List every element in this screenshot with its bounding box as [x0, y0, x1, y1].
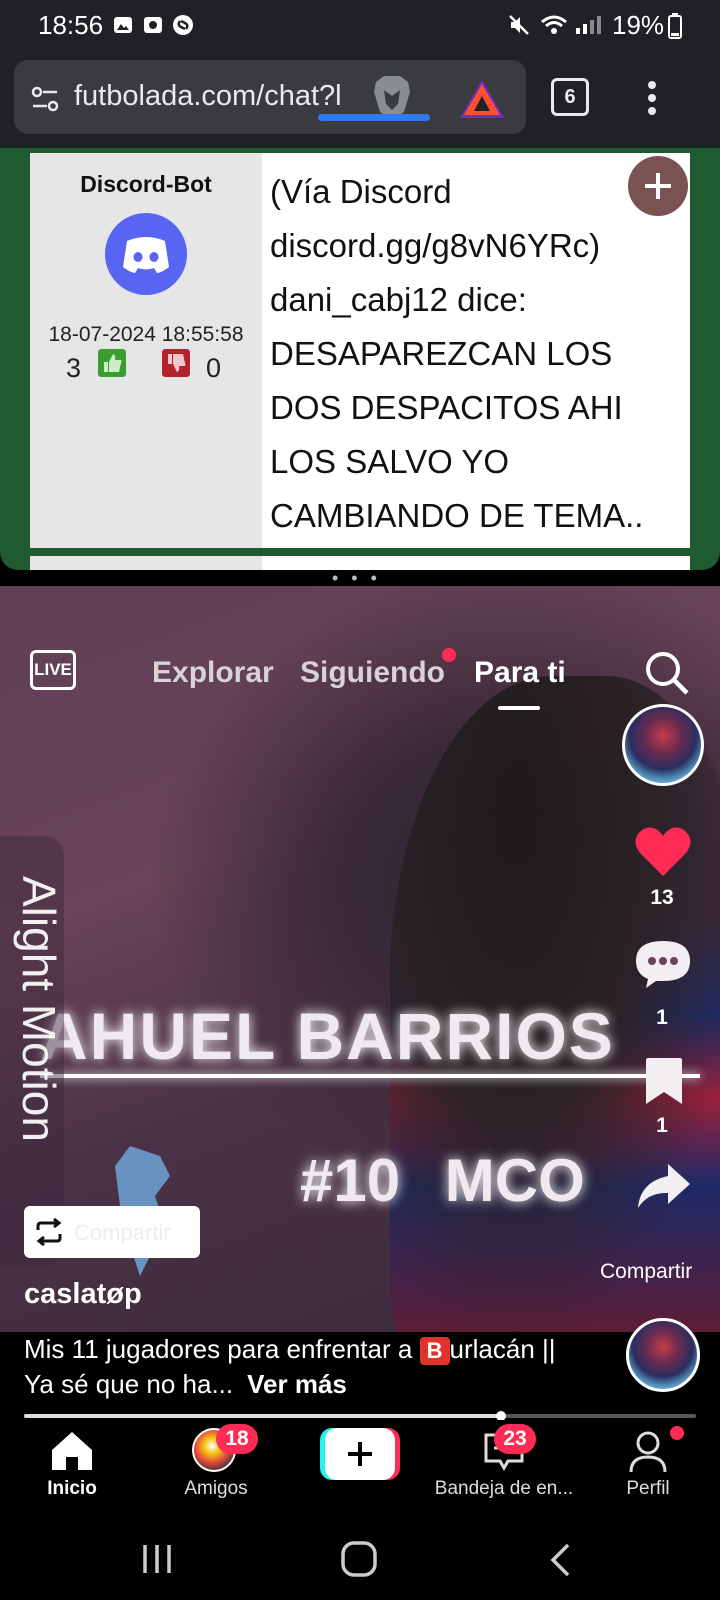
- share-label[interactable]: Compartir: [600, 1260, 692, 1284]
- profile-icon: [629, 1431, 667, 1473]
- signal-icon: [576, 16, 601, 34]
- home-icon: [52, 1432, 92, 1470]
- nav-friends[interactable]: 18 Amigos: [144, 1420, 288, 1520]
- plus-icon: [645, 173, 671, 199]
- like-count: 13: [650, 886, 674, 909]
- nav-inbox[interactable]: 23 Bandeja de en...: [432, 1420, 576, 1520]
- video-overlay-name: AHUEL BARRIOS: [40, 999, 615, 1073]
- discord-logo-icon: [123, 237, 169, 273]
- video-progress-fill: [24, 1414, 502, 1418]
- bottom-tab-bar: Inicio 18 Amigos 23 Bandeja de en... Per…: [0, 1420, 720, 1520]
- active-tab-indicator: [498, 706, 540, 710]
- nav-profile[interactable]: Perfil: [576, 1420, 720, 1520]
- bookmark-icon[interactable]: [642, 1056, 686, 1108]
- share-icon[interactable]: [634, 1162, 692, 1212]
- tab-para-ti[interactable]: Para ti: [474, 656, 566, 690]
- creator-username[interactable]: caslatøp: [24, 1278, 142, 1311]
- battery-percentage: 19%: [612, 10, 665, 40]
- inbox-badge: 23: [494, 1424, 536, 1454]
- tab-explorar[interactable]: Explorar: [152, 656, 274, 690]
- live-icon[interactable]: LIVE: [30, 650, 76, 690]
- browser-toolbar: futbolada.com/chat?l 6: [0, 52, 720, 148]
- nav-profile-label: Perfil: [626, 1478, 670, 1499]
- address-bar[interactable]: futbolada.com/chat?l: [14, 60, 526, 134]
- search-icon[interactable]: [644, 650, 690, 696]
- video-overlay-line: [40, 1074, 700, 1078]
- more-options-icon[interactable]: [646, 80, 658, 116]
- repost-label: Compartir: [74, 1220, 171, 1245]
- video-progress-bar[interactable]: [24, 1411, 696, 1421]
- brave-rewards-icon[interactable]: [458, 78, 506, 120]
- following-notification-dot: [442, 648, 456, 662]
- comment-icon[interactable]: [634, 938, 692, 990]
- b-emoji: B: [419, 1337, 450, 1365]
- tab-switcher-button[interactable]: 6: [551, 78, 589, 116]
- status-time: 18:56: [38, 10, 104, 40]
- screen-recorder-icon: [144, 17, 162, 33]
- back-icon[interactable]: [548, 1542, 572, 1578]
- thumbs-up-icon[interactable]: [98, 349, 126, 377]
- video-overlay-number: #10 MCO: [300, 1147, 585, 1214]
- bookmark-count: 1: [656, 1114, 668, 1137]
- system-navigation-bar: [0, 1520, 720, 1600]
- likes-count: 3: [66, 353, 82, 383]
- nav-inbox-label: Bandeja de en...: [434, 1478, 574, 1499]
- video-player[interactable]: AHUEL BARRIOS #10 MCO Alight Motion LIVE…: [0, 586, 720, 1332]
- alight-motion-watermark: Alight Motion: [13, 876, 65, 1142]
- post-date: 18-07-2024 18:55:58: [48, 323, 244, 346]
- mute-icon: [509, 15, 529, 35]
- post-author-panel: Discord-Bot 18-07-2024 18:55:58 3 0: [30, 153, 262, 548]
- repost-icon: [36, 1218, 62, 1246]
- see-more-link[interactable]: Ver más: [247, 1369, 347, 1399]
- tab-siguiendo[interactable]: Siguiendo: [300, 656, 445, 690]
- video-caption-area: Mis 11 jugadores para enfrentar a Burlac…: [0, 1332, 720, 1416]
- chat-post: Discord-Bot 18-07-2024 18:55:58 3 0 (Vía…: [30, 153, 690, 548]
- wifi-icon: [541, 15, 567, 34]
- video-caption[interactable]: Mis 11 jugadores para enfrentar a Burlac…: [24, 1332, 584, 1402]
- create-plus-icon: [320, 1428, 400, 1480]
- music-disc[interactable]: [626, 1318, 700, 1392]
- thumbs-down-icon[interactable]: [162, 349, 190, 377]
- add-button[interactable]: [628, 156, 688, 216]
- url-text[interactable]: futbolada.com/chat?l: [74, 80, 374, 113]
- site-settings-icon[interactable]: [30, 84, 60, 114]
- recent-apps-icon[interactable]: [140, 1542, 174, 1576]
- gallery-notification-icon: [114, 17, 132, 33]
- shazam-icon: [173, 15, 193, 35]
- home-system-icon[interactable]: [340, 1540, 378, 1578]
- discord-avatar: [105, 213, 187, 295]
- nav-friends-label: Amigos: [184, 1478, 248, 1499]
- battery-icon: [668, 13, 682, 39]
- friends-badge: 18: [216, 1424, 258, 1454]
- post-message: (Vía Discord discord.gg/g8vN6YRc) dani_c…: [270, 173, 644, 534]
- post-author-name[interactable]: Discord-Bot: [30, 171, 262, 198]
- web-content: Discord-Bot 18-07-2024 18:55:58 3 0 (Vía…: [0, 148, 720, 570]
- repost-button[interactable]: Compartir: [24, 1206, 200, 1258]
- dislikes-count: 0: [206, 353, 222, 383]
- create-button[interactable]: [320, 1428, 400, 1480]
- like-heart-icon[interactable]: [634, 826, 692, 878]
- page-load-indicator: [318, 114, 430, 121]
- caption-text: Mis 11 jugadores para enfrentar a: [24, 1334, 420, 1364]
- comment-count: 1: [656, 1006, 668, 1029]
- profile-notification-dot: [670, 1426, 684, 1440]
- nav-home-label: Inicio: [47, 1478, 97, 1499]
- status-bar: 18:56 19%: [0, 0, 720, 52]
- nav-home[interactable]: Inicio: [0, 1420, 144, 1520]
- creator-avatar[interactable]: [622, 704, 704, 786]
